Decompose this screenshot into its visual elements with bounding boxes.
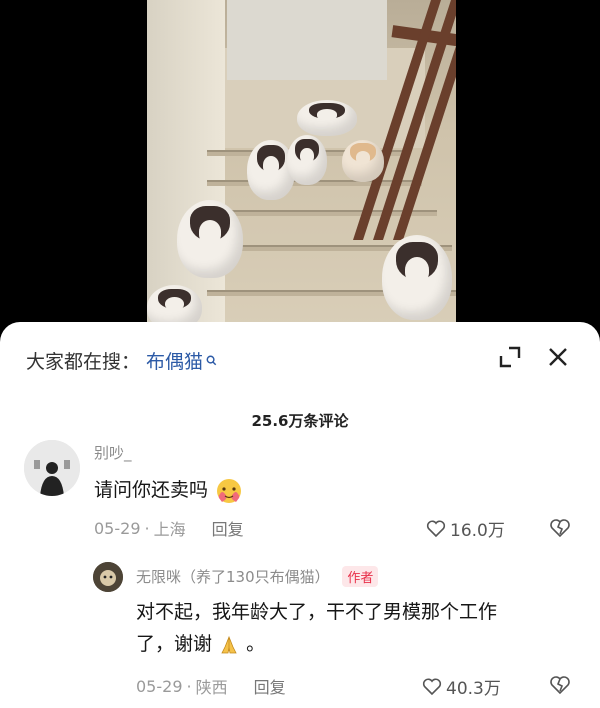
broken-heart-icon[interactable]	[549, 674, 571, 696]
broken-heart-icon[interactable]	[549, 517, 571, 539]
cat	[287, 135, 327, 185]
trending-search-prefix: 大家都在搜：	[26, 350, 141, 373]
reply-reply-button[interactable]: 回复	[254, 674, 286, 698]
like-count: 16.0万	[450, 521, 505, 541]
avatar[interactable]	[24, 440, 80, 496]
comment-text: 请问你还卖吗	[94, 474, 244, 506]
heart-outline-icon	[422, 677, 442, 695]
heart-outline-icon	[426, 519, 446, 537]
avatar-image	[24, 440, 80, 496]
trending-search-link[interactable]: 布偶猫	[146, 347, 217, 374]
comments-count: 25.6万条评论	[251, 412, 349, 430]
reply-text-line1: 对不起，我年龄大了，干不了男模那个工作	[136, 601, 498, 623]
reply-meta: 05-29 · 陕西 回复	[136, 674, 286, 698]
comment-date: 05-29	[94, 518, 141, 538]
heart-face-emoji	[217, 478, 242, 503]
video-doorway	[227, 0, 387, 80]
close-icon[interactable]	[545, 344, 571, 370]
author-badge: 作者	[342, 566, 379, 587]
trending-search-term: 布偶猫	[146, 350, 204, 373]
comment-location: 上海	[153, 520, 186, 539]
video-player[interactable]	[147, 0, 456, 330]
pray-hands-emoji	[221, 635, 237, 653]
reply-avatar[interactable]	[93, 562, 123, 592]
reply-avatar-image	[93, 562, 123, 592]
reply-text: 对不起，我年龄大了，干不了男模那个工作 了，谢谢 。	[136, 596, 576, 660]
cat	[177, 200, 243, 278]
reply-username-row: 无限咪（养了130只布偶猫） 作者	[136, 566, 379, 587]
like-button[interactable]: 16.0万	[426, 516, 505, 541]
reply-location: 陕西	[195, 678, 228, 697]
comments-panel: 大家都在搜： 布偶猫 25.6万条评论 别吵_ 请问你还卖吗 05-29 · 上…	[0, 322, 600, 708]
reply-text-suffix: 。	[246, 633, 266, 655]
reply-like-button[interactable]: 40.3万	[422, 674, 501, 699]
comment-meta: 05-29 · 上海 回复	[94, 516, 244, 540]
cat	[342, 140, 384, 182]
reply-username[interactable]: 无限咪（养了130只布偶猫）	[136, 568, 330, 586]
comment-text-body: 请问你还卖吗	[94, 479, 209, 501]
cat	[382, 235, 452, 320]
reply-text-line2: 了，谢谢	[136, 633, 213, 655]
search-icon	[206, 355, 217, 365]
reply-date: 05-29	[136, 676, 183, 696]
cat	[297, 100, 357, 136]
expand-icon[interactable]	[497, 344, 523, 370]
comment-username[interactable]: 别吵_	[94, 442, 132, 463]
reply-like-count: 40.3万	[446, 679, 501, 699]
reply-button[interactable]: 回复	[212, 516, 244, 540]
trending-search-bar[interactable]: 大家都在搜： 布偶猫	[26, 346, 217, 374]
video-wall	[147, 0, 225, 330]
reply-text-line2-row: 了，谢谢 。	[136, 628, 576, 660]
